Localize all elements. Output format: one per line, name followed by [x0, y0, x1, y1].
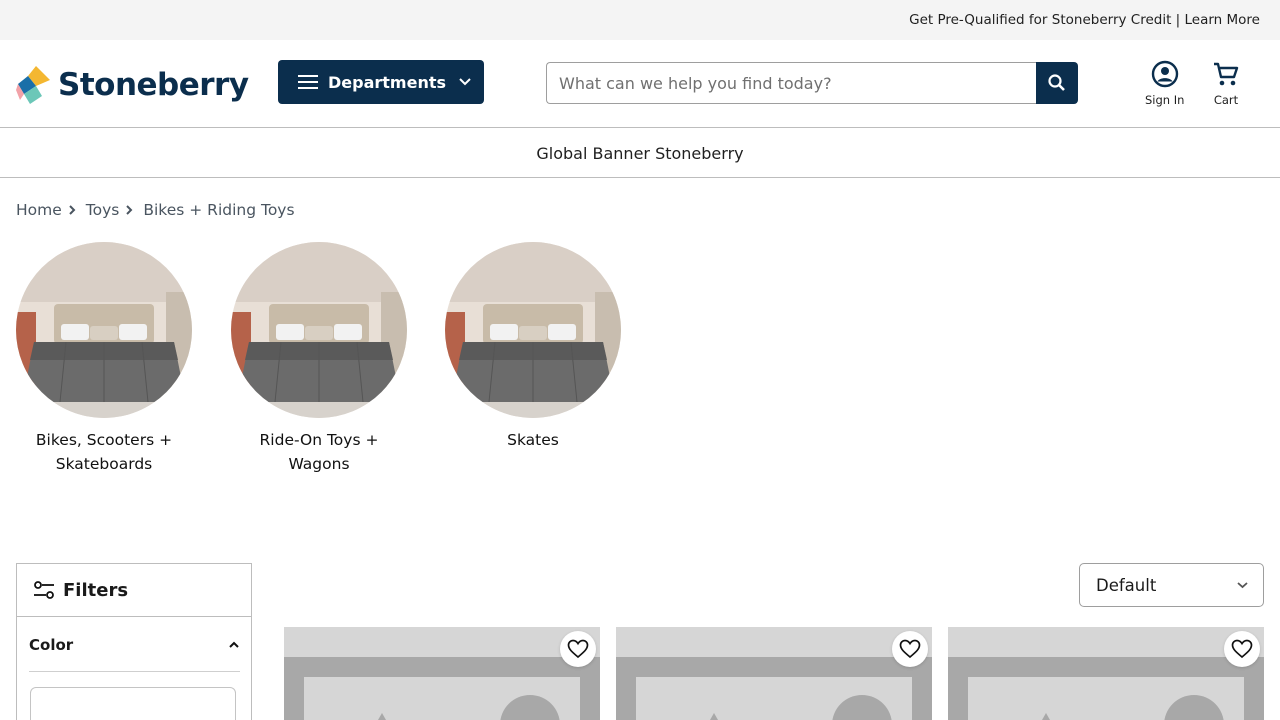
search-bar [546, 62, 1078, 104]
placeholder-mountain [1038, 713, 1054, 720]
wishlist-button[interactable] [1224, 631, 1260, 667]
account-icon [1151, 60, 1178, 88]
cart-button[interactable]: Cart [1212, 60, 1240, 107]
sign-in-label: Sign In [1145, 93, 1185, 107]
filters-header: Filters [17, 564, 251, 617]
logo[interactable]: Stoneberry [16, 63, 249, 107]
promo-link[interactable]: Get Pre-Qualified for Stoneberry Credit … [909, 12, 1260, 28]
wishlist-button[interactable] [560, 631, 596, 667]
sign-in-button[interactable]: Sign In [1145, 60, 1184, 107]
logo-mark-icon [16, 66, 50, 104]
filter-sliders-icon [34, 581, 54, 599]
category-tile[interactable]: Ride-On Toys + Wagons [231, 242, 407, 476]
category-tile[interactable]: Skates [445, 242, 621, 452]
category-image [445, 242, 621, 418]
breadcrumb-toys[interactable]: Toys [86, 201, 120, 219]
global-banner: Global Banner Stoneberry [0, 129, 1280, 178]
search-icon [1048, 74, 1065, 91]
cart-icon [1214, 62, 1239, 86]
color-filter-options[interactable] [30, 687, 236, 720]
chevron-down-icon [459, 78, 471, 86]
filters-panel: Filters Color [16, 563, 252, 720]
filters-title: Filters [63, 579, 129, 601]
heart-icon [567, 639, 589, 659]
heart-icon [1231, 639, 1253, 659]
category-image [231, 242, 407, 418]
category-name[interactable]: Ride-On Toys + Wagons [234, 428, 404, 476]
heart-icon [899, 639, 921, 659]
menu-icon [298, 75, 318, 89]
color-filter-toggle[interactable]: Color [29, 618, 240, 672]
global-banner-text[interactable]: Global Banner Stoneberry [536, 144, 743, 163]
category-name[interactable]: Skates [448, 428, 618, 452]
placeholder-mountain [706, 713, 722, 720]
breadcrumb-current[interactable]: Bikes + Riding Toys [143, 201, 294, 219]
sort-selected-value: Default [1096, 575, 1157, 595]
placeholder-mountain [374, 713, 390, 720]
chevron-down-icon [1237, 582, 1248, 589]
breadcrumb-home[interactable]: Home [16, 201, 62, 219]
product-card[interactable] [948, 627, 1264, 720]
product-card[interactable] [284, 627, 600, 720]
chevron-up-icon [229, 641, 239, 648]
search-button[interactable] [1036, 62, 1078, 104]
category-tile[interactable]: Bikes, Scooters + Skateboards [16, 242, 192, 476]
departments-label: Departments [328, 72, 447, 92]
color-filter-label: Color [29, 635, 74, 654]
category-name[interactable]: Bikes, Scooters + Skateboards [19, 428, 189, 476]
search-input[interactable] [546, 62, 1037, 104]
site-header: Stoneberry Departments Sign In [0, 40, 1280, 128]
wishlist-button[interactable] [892, 631, 928, 667]
promo-bar: Get Pre-Qualified for Stoneberry Credit … [0, 0, 1280, 40]
departments-button[interactable]: Departments [278, 60, 484, 104]
chevron-right-icon [68, 204, 76, 216]
chevron-right-icon [125, 204, 133, 216]
logo-text: Stoneberry [58, 66, 249, 103]
cart-label: Cart [1213, 93, 1239, 107]
product-card[interactable] [616, 627, 932, 720]
breadcrumb: Home Toys Bikes + Riding Toys [16, 199, 295, 221]
sort-select[interactable]: Default [1079, 563, 1264, 607]
category-image [16, 242, 192, 418]
